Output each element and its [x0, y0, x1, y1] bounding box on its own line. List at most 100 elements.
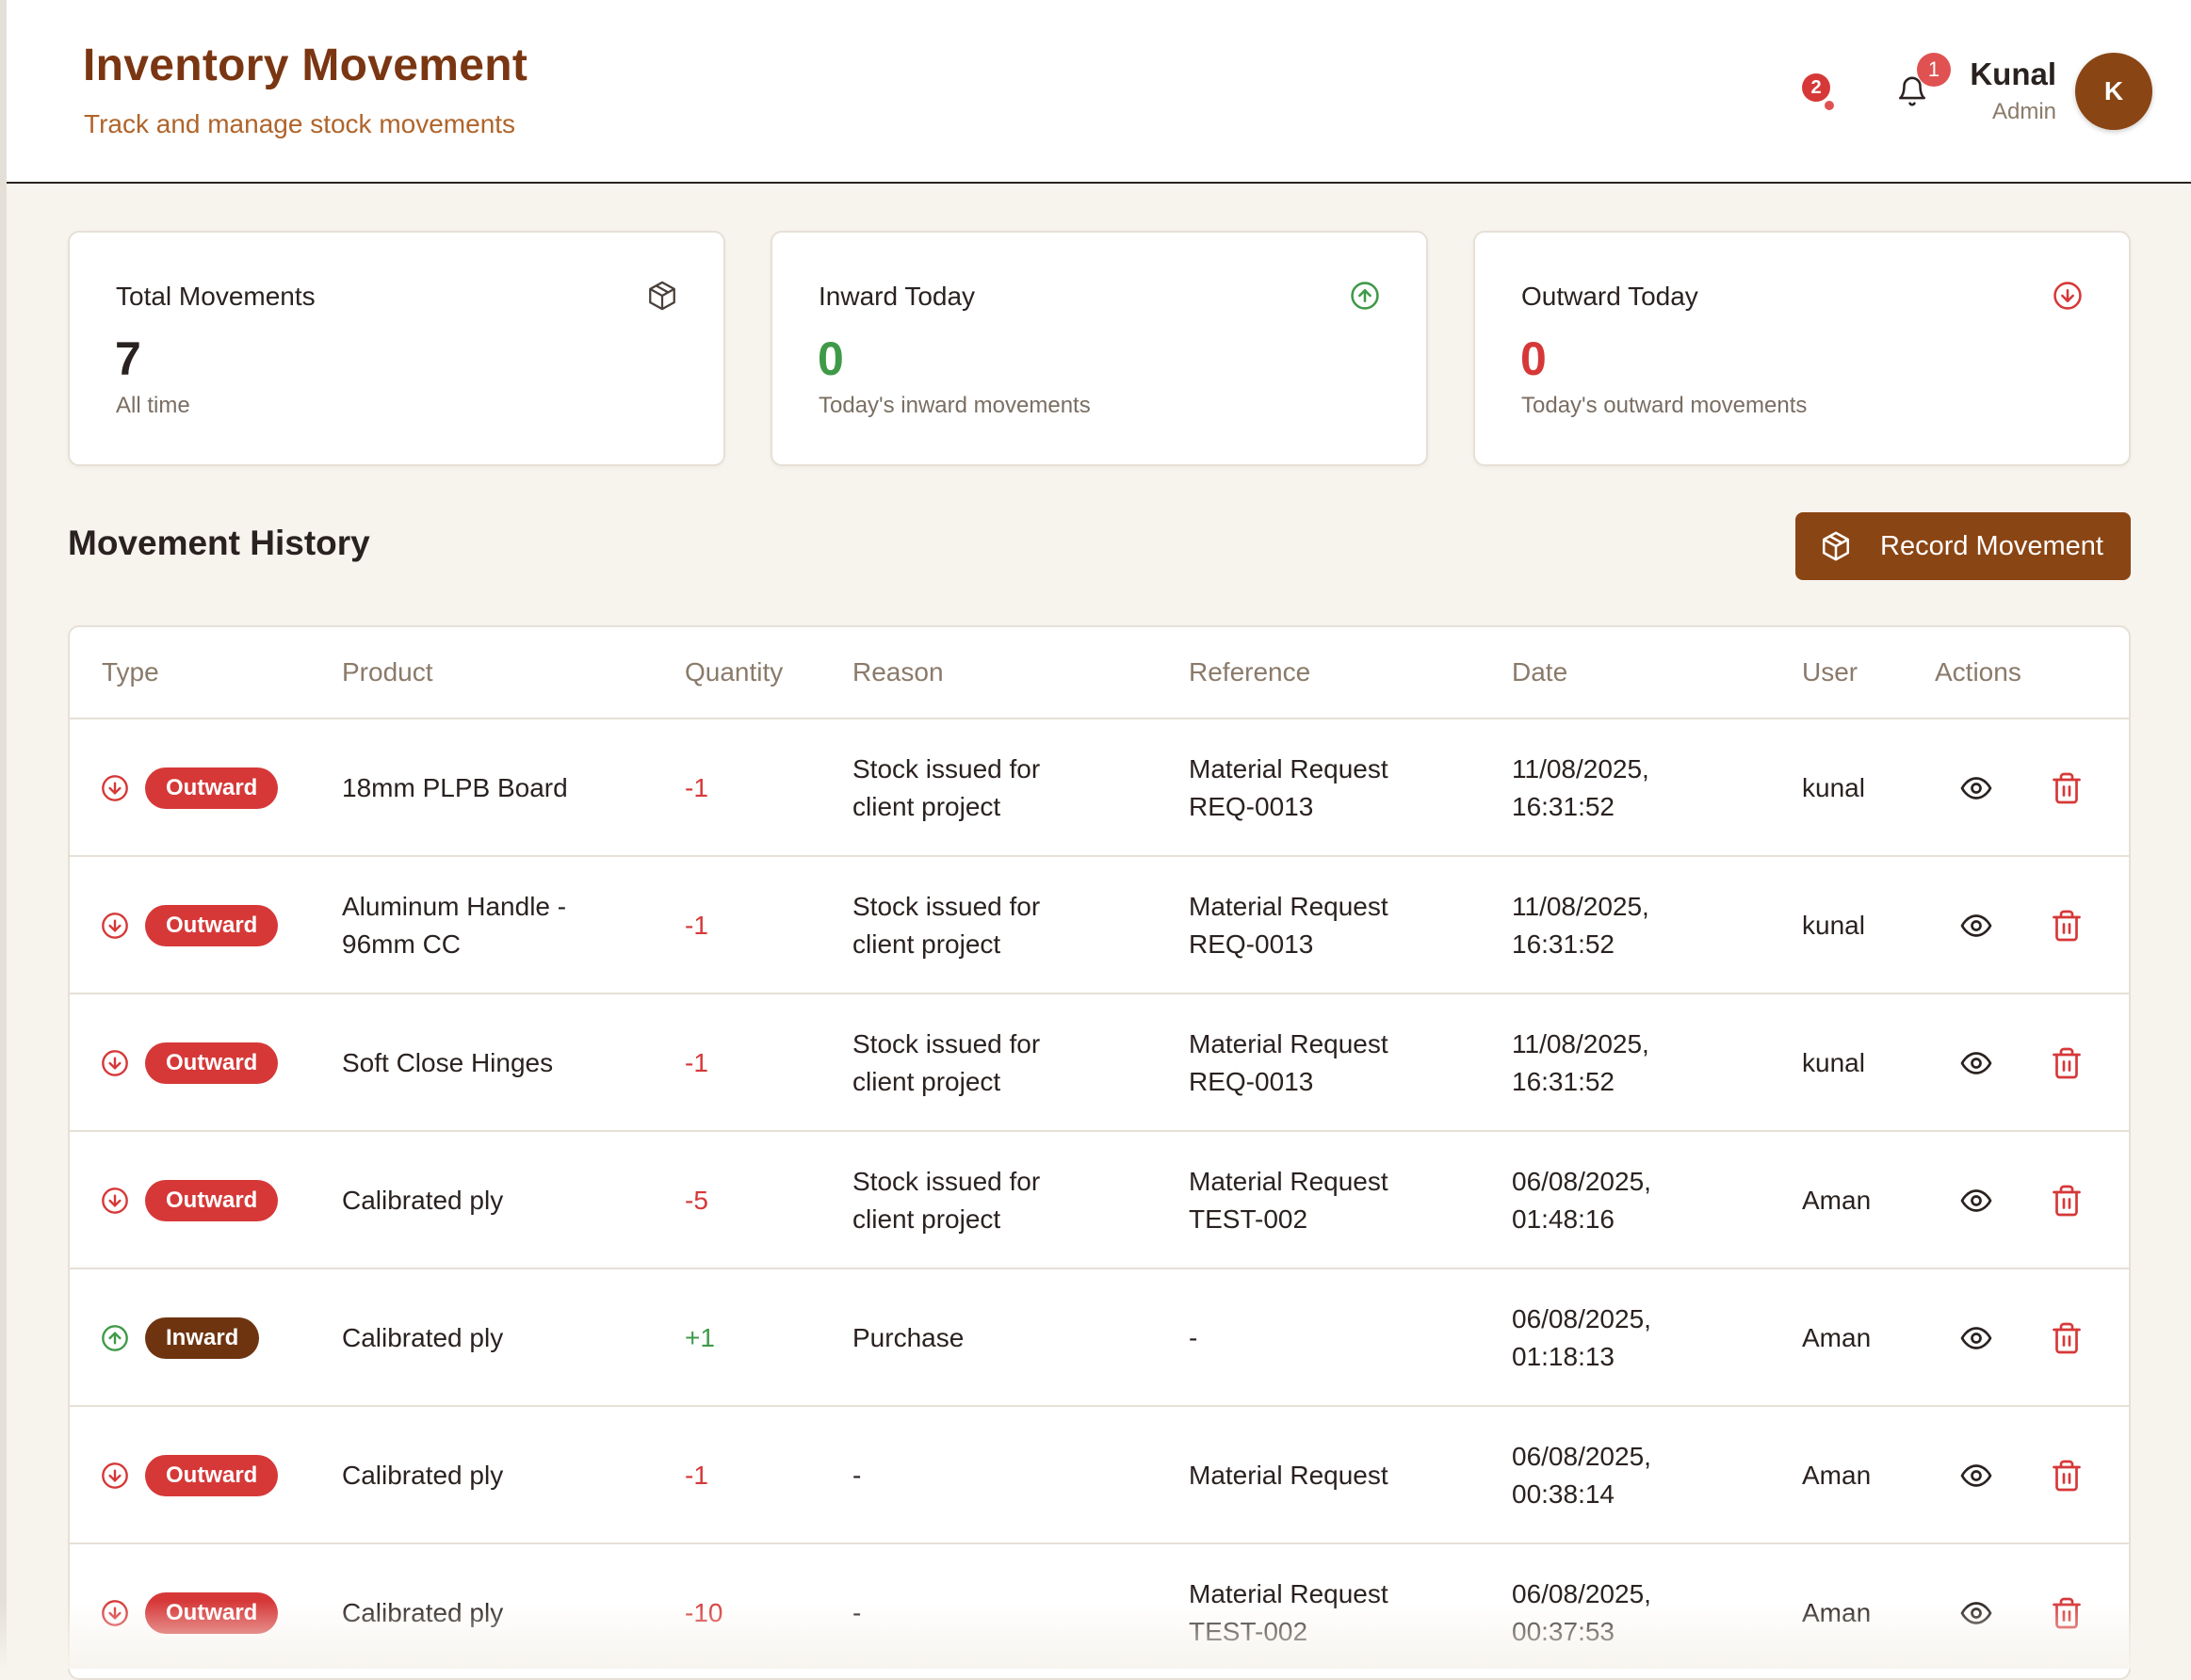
reason-cell: Stock issued for client project — [852, 1163, 1040, 1238]
eye-icon[interactable] — [1959, 909, 1993, 943]
product-cell-line: Calibrated ply — [342, 1323, 504, 1352]
stat-card-value: 0 — [1520, 332, 1547, 385]
alert-count-badge[interactable]: 2 — [1802, 73, 1830, 102]
page-header: Inventory Movement Track and manage stoc… — [7, 0, 2191, 184]
product-cell: Soft Close Hinges — [342, 1044, 553, 1082]
reason-cell-line: client project — [852, 1204, 1001, 1234]
type-badge: Outward — [145, 1180, 279, 1221]
column-header-type: Type — [102, 657, 159, 687]
user-name: Kunal — [1970, 57, 2056, 91]
date-cell: 06/08/2025, 00:38:14 — [1512, 1438, 1651, 1513]
stat-card-desc: Today's inward movements — [819, 393, 1091, 418]
reference-cell-line: Material Request — [1189, 1029, 1388, 1058]
user-cell: kunal — [1802, 773, 1865, 802]
column-header-reference: Reference — [1189, 657, 1311, 687]
trash-icon[interactable] — [2050, 1459, 2084, 1493]
reference-cell-line: REQ-0013 — [1189, 792, 1314, 821]
eye-icon[interactable] — [1959, 1459, 1993, 1493]
stat-card-value: 7 — [115, 332, 141, 385]
arrow-down-circle-icon — [102, 1600, 128, 1626]
reference-cell: Material Request — [1189, 1457, 1388, 1494]
page-title: Inventory Movement — [83, 40, 528, 90]
user-role: Admin — [1991, 99, 2056, 124]
reason-cell-line: Purchase — [852, 1323, 965, 1352]
reason-cell-line: client project — [852, 792, 1001, 821]
arrow-down-circle-icon — [102, 1462, 128, 1489]
trash-icon[interactable] — [2050, 1184, 2084, 1218]
user-cell: kunal — [1802, 1048, 1865, 1077]
eye-icon[interactable] — [1959, 1046, 1993, 1080]
product-cell-line: 18mm PLPB Board — [342, 773, 568, 802]
eye-icon[interactable] — [1959, 1596, 1993, 1630]
table-row: Outward 18mm PLPB Board -1 Stock issued for… — [70, 719, 2129, 857]
trash-icon[interactable] — [2050, 771, 2084, 805]
avatar[interactable]: K — [2075, 53, 2152, 130]
reason-cell-line: Stock issued for — [852, 1167, 1041, 1196]
reference-cell: Material Request REQ-0013 — [1189, 751, 1388, 826]
date-cell-line: 11/08/2025, — [1512, 892, 1649, 921]
reason-cell: Stock issued for client project — [852, 888, 1040, 963]
quantity-cell: +1 — [685, 1323, 715, 1352]
product-cell: Calibrated ply — [342, 1182, 503, 1220]
eye-icon[interactable] — [1959, 1321, 1993, 1355]
type-badge: Outward — [145, 1042, 279, 1084]
date-cell: 11/08/2025, 16:31:52 — [1512, 888, 1649, 963]
table-header: Type Product Quantity Reason Reference D… — [70, 627, 2129, 719]
column-header-product: Product — [342, 657, 433, 687]
table-row: Outward Calibrated ply -10 - Material Reques… — [70, 1544, 2129, 1678]
date-cell: 06/08/2025, 01:48:16 — [1512, 1163, 1651, 1238]
date-cell-line: 00:37:53 — [1512, 1617, 1615, 1646]
reason-cell-line: client project — [852, 1067, 1001, 1096]
reference-cell-line: Material Request — [1189, 892, 1388, 921]
arrow-down-circle-icon — [102, 913, 128, 939]
product-cell: 18mm PLPB Board — [342, 769, 568, 807]
left-edge — [0, 0, 7, 1669]
trash-icon[interactable] — [2050, 1046, 2084, 1080]
product-cell-line: Calibrated ply — [342, 1461, 504, 1490]
date-cell-line: 16:31:52 — [1512, 792, 1615, 821]
stat-card-outward-today: Outward Today 0 Today's outward movement… — [1473, 231, 2131, 466]
stat-card-title: Inward Today — [819, 282, 976, 311]
product-cell: Aluminum Handle - 96mm CC — [342, 888, 566, 963]
quantity-cell: -1 — [685, 911, 708, 940]
date-cell-line: 11/08/2025, — [1512, 1029, 1649, 1058]
type-badge: Inward — [145, 1317, 260, 1359]
reference-cell-line: TEST-002 — [1189, 1617, 1308, 1646]
alert-dot — [1823, 99, 1836, 112]
date-cell-line: 06/08/2025, — [1512, 1579, 1651, 1608]
product-cell-line: Calibrated ply — [342, 1186, 504, 1215]
product-cell: Calibrated ply — [342, 1594, 503, 1632]
table-row: Inward Calibrated ply +1 Purchase - 06/08/202… — [70, 1269, 2129, 1407]
type-badge: Outward — [145, 1455, 279, 1496]
user-cell: Aman — [1802, 1461, 1872, 1490]
column-header-date: Date — [1512, 657, 1568, 687]
reason-cell-line: Stock issued for — [852, 892, 1041, 921]
user-cell: Aman — [1802, 1598, 1872, 1627]
date-cell: 11/08/2025, 16:31:52 — [1512, 751, 1649, 826]
arrow-down-circle-icon — [102, 1050, 128, 1076]
trash-icon[interactable] — [2050, 1596, 2084, 1630]
eye-icon[interactable] — [1959, 771, 1993, 805]
table-row: Outward Calibrated ply -1 - Material Request… — [70, 1407, 2129, 1544]
reference-cell: - — [1189, 1319, 1197, 1357]
stat-card-desc: Today's outward movements — [1521, 393, 1808, 418]
trash-icon[interactable] — [2050, 909, 2084, 943]
date-cell-line: 06/08/2025, — [1512, 1442, 1651, 1471]
trash-icon[interactable] — [2050, 1321, 2084, 1355]
movement-table: Type Product Quantity Reason Reference D… — [68, 625, 2131, 1680]
page: Inventory Movement Track and manage stoc… — [7, 0, 2191, 1680]
eye-icon[interactable] — [1959, 1184, 1993, 1218]
table-row: Outward Aluminum Handle - 96mm CC -1 Stock i… — [70, 857, 2129, 994]
user-cell: Aman — [1802, 1323, 1872, 1352]
record-movement-button[interactable]: Record Movement — [1795, 512, 2131, 580]
date-cell: 06/08/2025, 00:37:53 — [1512, 1575, 1651, 1651]
type-badge: Outward — [145, 1592, 279, 1634]
reference-cell-line: - — [1189, 1323, 1198, 1352]
reference-cell-line: Material Request — [1189, 754, 1388, 783]
arrow-down-circle-icon — [102, 1187, 128, 1214]
reason-cell: - — [852, 1457, 861, 1494]
product-cell-line: Calibrated ply — [342, 1598, 504, 1627]
reference-cell: Material Request REQ-0013 — [1189, 888, 1388, 963]
reference-cell-line: Material Request — [1189, 1461, 1388, 1490]
column-header-reason: Reason — [852, 657, 944, 687]
